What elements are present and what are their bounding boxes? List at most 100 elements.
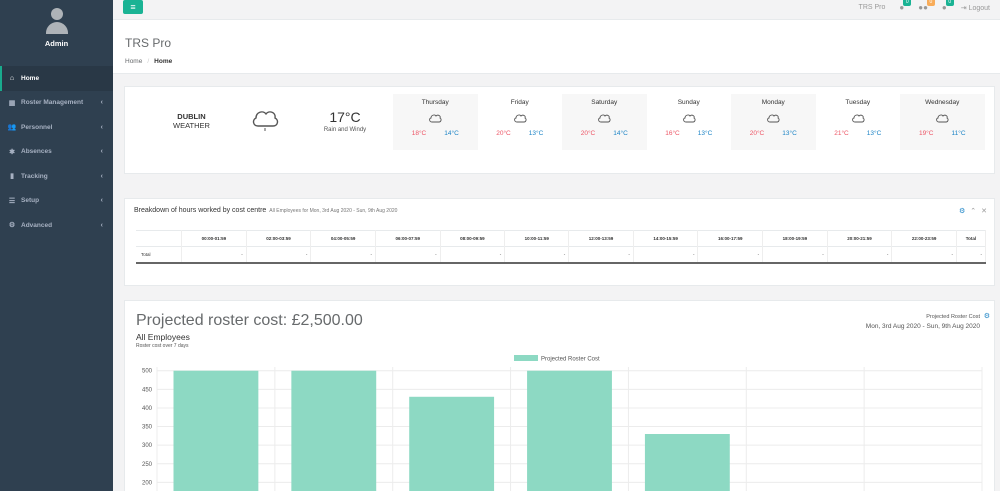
table-cell: - [633,246,699,264]
high-temp: 20°C [749,130,765,137]
chevron-left-icon: ‹ [100,123,103,131]
sidebar-item-personnel[interactable]: 👥 Personnel ‹ [0,115,113,140]
chart-bar[interactable] [527,370,612,491]
forecast-day: Friday 20°C 13°C [478,94,563,150]
breakdown-subtitle: All Employees for Mon, 3rd Aug 2020 - Su… [269,208,398,214]
y-tick-label: 300 [142,443,153,449]
chart-bar[interactable] [291,370,377,491]
table-cell: - [310,246,376,264]
chevron-left-icon: ‹ [100,221,103,229]
table-icon: ▦ [8,99,16,107]
forecast-day: Wednesday 19°C 11°C [900,94,985,150]
y-tick-label: 350 [142,425,153,431]
chevron-left-icon: ‹ [100,99,103,107]
column-header: 18:00-19:59 [762,230,828,247]
low-temp: 14°C [613,130,628,137]
menu-toggle-button[interactable]: ≡ [123,0,143,14]
asterisk-icon: ✱ [9,148,15,156]
table-cell: - [956,246,987,264]
column-header: 00:00-01:59 [181,230,247,247]
breadcrumb-home[interactable]: Home [125,58,142,65]
y-tick-label: 250 [142,462,153,468]
day-temps: 19°C 11°C [900,130,985,137]
current-weather: 17°C Rain and Windy [305,109,385,133]
chart-bar[interactable] [409,396,495,491]
column-header: Total [956,230,987,247]
sidebar-item-advanced[interactable]: ⚙ Advanced ‹ [0,213,113,238]
projected-right-info: Projected Roster Cost Mon, 3rd Aug 2020 … [866,313,990,331]
cloud-icon [429,114,442,123]
low-temp: 14°C [444,130,459,137]
sidebar-item-home[interactable]: ⌂ Home [0,66,113,91]
day-name: Friday [510,99,529,106]
low-temp: 13°C [866,130,882,137]
column-header: 08:00-09:59 [440,230,506,247]
bell-icon[interactable]: ● 0 [942,0,954,12]
cloud-icon [598,114,611,123]
panel-tools: ⚙ ⌃ ✕ [959,207,987,215]
projected-subtitle: All Employees [136,332,190,342]
forecast-day: Tuesday 21°C 13°C [816,94,901,150]
high-temp: 18°C [411,130,427,137]
day-temps: 20°C 13°C [731,130,816,137]
chevron-left-icon: ‹ [100,197,103,205]
legend-swatch [514,355,538,361]
gear-icon[interactable]: ⚙ [959,207,965,215]
users-alert-count: 0 [926,0,935,6]
weather-label: WEATHER [173,121,210,130]
users-alert-icon[interactable]: ●● 0 [918,0,935,12]
low-temp: 13°C [697,130,713,137]
high-temp: 16°C [665,130,680,137]
y-tick-label: 450 [142,387,153,393]
chart-bar[interactable] [173,370,259,491]
y-tick-label: 500 [142,369,153,375]
sidebar-item-label: Personnel [21,123,53,131]
column-header: 12:00-13:59 [568,230,634,247]
page-heading: TRS Pro Home / Home [113,20,1000,74]
sidebar-item-tracking[interactable]: ▮ Tracking ‹ [0,164,113,189]
table-header-row: 00:00-01:59 02:00-03:59 04:00-05:59 06:00-0… [136,230,987,247]
column-header: 14:00-15:59 [633,230,699,247]
close-icon[interactable]: ✕ [981,207,987,215]
top-right-nav: TRS Pro ● 0 ●● 0 ● 0 ⇥ Logout [858,0,990,12]
table-cell: Total [136,246,183,264]
sidebar-item-setup[interactable]: ☰ Setup ‹ [0,189,113,214]
sidebar-item-label: Setup [21,197,40,205]
table-cell: - [891,246,957,264]
logout-link[interactable]: ⇥ Logout [961,4,990,12]
weather-widget: DUBLIN WEATHER 17°C Rain and Windy Thurs… [124,86,995,174]
list-icon: ☰ [8,197,16,205]
cloud-icon [767,114,780,123]
messages-count: 0 [903,0,912,6]
projected-cost-panel: 200 250 300 350 400 450 500 Projected Roster Co… [124,300,995,491]
profile-name[interactable]: Admin [0,39,113,48]
sidebar-item-label: Roster Management [21,99,84,107]
table-cell: - [504,246,570,264]
column-header: 10:00-11:59 [504,230,570,247]
messages-icon[interactable]: ● 0 [899,0,912,12]
logout-label: Logout [968,4,990,12]
gear-icon[interactable]: ⚙ [984,312,990,321]
day-temps: 20°C 13°C [478,130,563,137]
column-header [136,230,183,247]
cloud-rain-icon [252,111,279,131]
cloud-icon [682,114,696,123]
table-cell: - [375,246,441,264]
weather-city: DUBLIN WEATHER [173,112,210,130]
sidebar-item-absences[interactable]: ✱ Absences ‹ [0,140,113,165]
hours-breakdown-panel: Breakdown of hours worked by cost centre… [124,198,995,286]
sidebar-item-roster-management[interactable]: ▦ Roster Management ‹ [0,91,113,116]
chart-bar[interactable] [644,434,730,491]
forecast-days: Thursday 18°C 14°C Friday 20°C 13°C Saturday 20… [393,94,985,150]
day-name: Sunday [677,99,700,106]
chevron-up-icon[interactable]: ⌃ [970,207,976,215]
bell-count: 0 [945,0,954,6]
projected-note: Roster cost over 7 days [136,343,189,349]
profile[interactable]: Admin [0,0,113,62]
app-name: TRS Pro [858,4,886,11]
y-tick-label: 200 [142,480,153,486]
legend-label: Projected Roster Cost [541,357,600,363]
avatar[interactable] [43,6,71,34]
y-tick-label: 400 [142,406,153,412]
forecast-day: Monday 20°C 13°C [731,94,816,150]
